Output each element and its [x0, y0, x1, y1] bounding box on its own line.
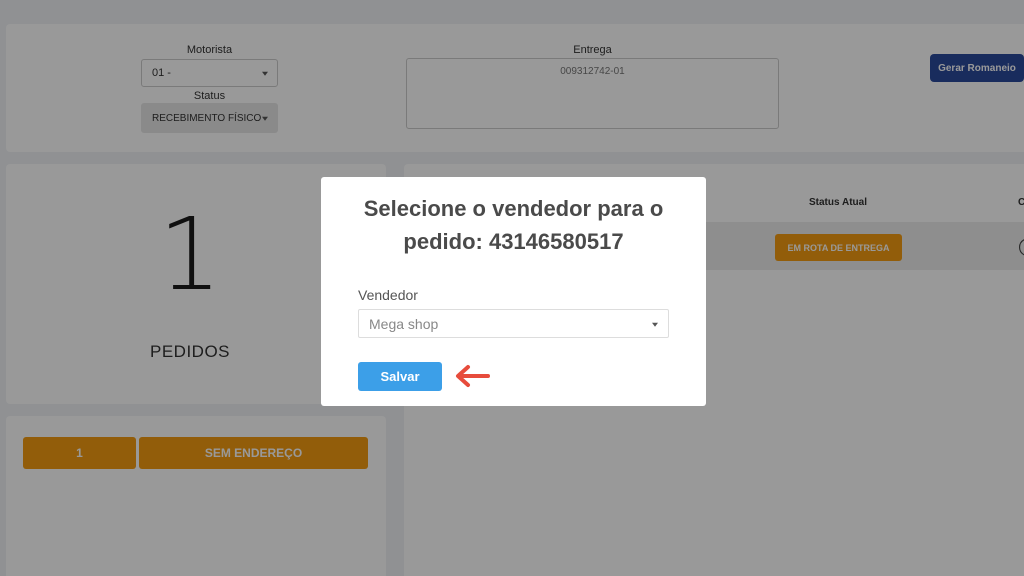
arrow-left-icon — [456, 365, 490, 387]
vendedor-value: Mega shop — [369, 315, 439, 332]
vendedor-label: Vendedor — [358, 287, 418, 303]
dialog-title-line1: Selecione o vendedor para o — [363, 196, 664, 221]
dialog-title: Selecione o vendedor para o pedido: 4314… — [321, 192, 706, 258]
chevron-down-icon — [652, 322, 658, 327]
vendedor-select[interactable]: Mega shop — [358, 309, 669, 338]
dialog-title-line2: pedido: 43146580517 — [403, 229, 624, 254]
save-button[interactable]: Salvar — [358, 362, 442, 391]
